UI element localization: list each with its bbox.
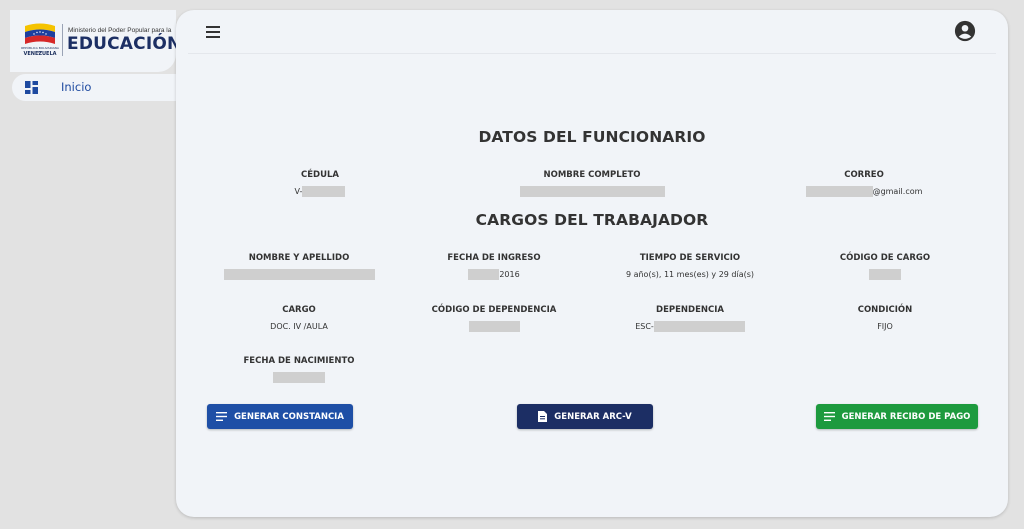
generar-recibo-label: GENERAR RECIBO DE PAGO	[841, 411, 971, 422]
codigo-dependencia-label: CÓDIGO DE DEPENDENCIA	[431, 305, 557, 315]
codigo-cargo-label: CÓDIGO DE CARGO	[839, 253, 931, 263]
redacted-block	[273, 371, 325, 383]
main-panel: DATOS DEL FUNCIONARIO CÉDULA V- NOMBRE C…	[176, 10, 1008, 517]
dependencia-value: ESC-	[610, 320, 770, 332]
dashboard-icon	[25, 81, 38, 94]
fecha-ingreso-label: FECHA DE INGRESO	[447, 253, 541, 263]
correo-value: @gmail.com	[784, 185, 944, 197]
field-nombre-completo: NOMBRE COMPLETO	[492, 170, 692, 197]
condicion-label: CONDICIÓN	[857, 305, 913, 315]
account-circle-icon[interactable]	[954, 20, 976, 42]
sidebar-item-inicio[interactable]: Inicio	[12, 74, 176, 101]
field-correo: CORREO @gmail.com	[784, 170, 944, 197]
cargo-label: CARGO	[282, 305, 316, 315]
fecha-nacimiento-label: FECHA DE NACIMIENTO	[243, 356, 355, 366]
dependencia-label: DEPENDENCIA	[656, 305, 724, 315]
redacted-block	[223, 268, 375, 280]
codigo-dependencia-value	[419, 320, 569, 332]
section-title-funcionario: DATOS DEL FUNCIONARIO	[478, 128, 706, 146]
tiempo-servicio-value: 9 año(s), 11 mes(es) y 29 día(s)	[625, 269, 755, 279]
tiempo-servicio-label: TIEMPO DE SERVICIO	[639, 253, 741, 263]
hamburger-menu-icon[interactable]	[206, 26, 220, 38]
fecha-ingreso-value: 2016	[424, 268, 564, 280]
sidebar: REPÚBLICA BOLIVARIANA DE VENEZUELA Minis…	[0, 0, 181, 529]
logo-country-text: VENEZUELA	[23, 51, 57, 57]
document-icon	[538, 411, 548, 422]
dependencia-prefix: ESC-	[635, 321, 654, 331]
redacted-block	[468, 268, 500, 280]
correo-suffix: @gmail.com	[872, 186, 923, 196]
field-condicion: CONDICIÓN FIJO	[825, 305, 945, 332]
cedula-value: V-	[260, 185, 380, 197]
redacted-block	[468, 320, 520, 332]
fecha-ingreso-suffix: 2016	[499, 269, 520, 279]
field-cedula: CÉDULA V-	[260, 170, 380, 197]
section-title-cargos: CARGOS DEL TRABAJADOR	[475, 211, 709, 229]
generar-recibo-button[interactable]: GENERAR RECIBO DE PAGO	[816, 404, 978, 429]
notes-icon	[216, 412, 228, 421]
cedula-prefix: V-	[294, 186, 303, 196]
notes-icon	[823, 412, 835, 421]
nombre-completo-label: NOMBRE COMPLETO	[543, 170, 641, 180]
nombre-apellido-label: NOMBRE Y APELLIDO	[248, 253, 350, 263]
flag-icon	[25, 23, 55, 44]
redacted-block	[519, 185, 665, 197]
logo-divider	[62, 24, 63, 56]
generar-arcv-button[interactable]: GENERAR ARC-V	[517, 404, 653, 429]
ministry-logo: REPÚBLICA BOLIVARIANA DE VENEZUELA Minis…	[10, 10, 181, 72]
codigo-cargo-value	[815, 268, 955, 280]
top-bar	[188, 10, 996, 54]
logo-ministry-text: Ministerio del Poder Popular para la	[68, 27, 172, 34]
field-fecha-ingreso: FECHA DE INGRESO 2016	[424, 253, 564, 280]
correo-label: CORREO	[844, 170, 884, 180]
field-dependencia: DEPENDENCIA ESC-	[610, 305, 770, 332]
nombre-apellido-value	[214, 268, 384, 280]
generar-constancia-label: GENERAR CONSTANCIA	[234, 411, 344, 422]
redacted-block	[302, 185, 346, 197]
generar-arcv-label: GENERAR ARC-V	[554, 411, 632, 422]
logo-main-text: EDUCACIÓN	[67, 34, 182, 54]
redacted-block	[869, 268, 901, 280]
cargo-value: DOC. IV /AULA	[270, 321, 328, 331]
field-tiempo-servicio: TIEMPO DE SERVICIO 9 año(s), 11 mes(es) …	[610, 253, 770, 280]
generar-constancia-button[interactable]: GENERAR CONSTANCIA	[207, 404, 353, 429]
condicion-value: FIJO	[877, 321, 893, 331]
field-cargo: CARGO DOC. IV /AULA	[239, 305, 359, 332]
field-codigo-cargo: CÓDIGO DE CARGO	[815, 253, 955, 280]
sidebar-item-label: Inicio	[61, 80, 92, 94]
venezuela-flag-emblem: REPÚBLICA BOLIVARIANA DE VENEZUELA	[21, 22, 59, 60]
field-codigo-dependencia: CÓDIGO DE DEPENDENCIA	[419, 305, 569, 332]
field-fecha-nacimiento: FECHA DE NACIMIENTO	[229, 356, 369, 383]
redacted-block	[805, 185, 873, 197]
nombre-completo-value	[492, 185, 692, 197]
fecha-nacimiento-value	[229, 371, 369, 383]
field-nombre-apellido: NOMBRE Y APELLIDO	[214, 253, 384, 280]
cedula-label: CÉDULA	[301, 170, 339, 180]
redacted-block	[653, 320, 745, 332]
